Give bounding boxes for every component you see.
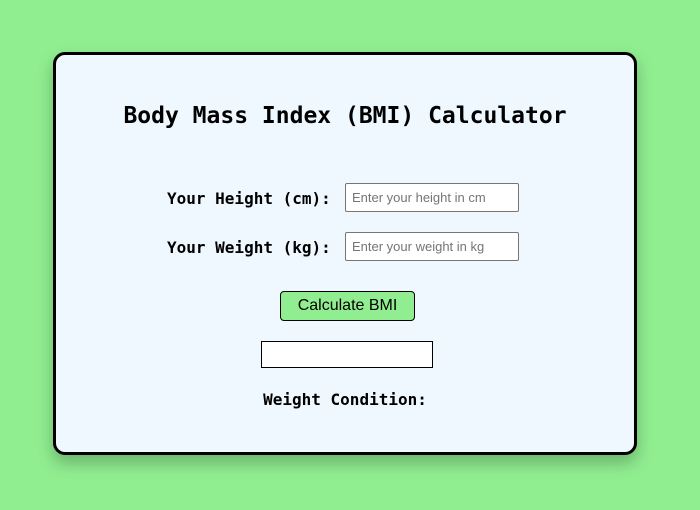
bmi-calculator-card: Body Mass Index (BMI) Calculator Your He… bbox=[53, 52, 637, 455]
weight-label: Your Weight (kg): bbox=[167, 238, 331, 257]
page-title: Body Mass Index (BMI) Calculator bbox=[123, 103, 567, 129]
weight-condition: Weight Condition: bbox=[56, 390, 634, 409]
height-label: Your Height (cm): bbox=[167, 189, 331, 208]
height-input[interactable] bbox=[345, 183, 519, 212]
bmi-result-box bbox=[261, 341, 433, 368]
weight-condition-label: Weight Condition: bbox=[263, 390, 427, 409]
calculate-bmi-button[interactable]: Calculate BMI bbox=[280, 291, 415, 321]
weight-input[interactable] bbox=[345, 232, 519, 261]
